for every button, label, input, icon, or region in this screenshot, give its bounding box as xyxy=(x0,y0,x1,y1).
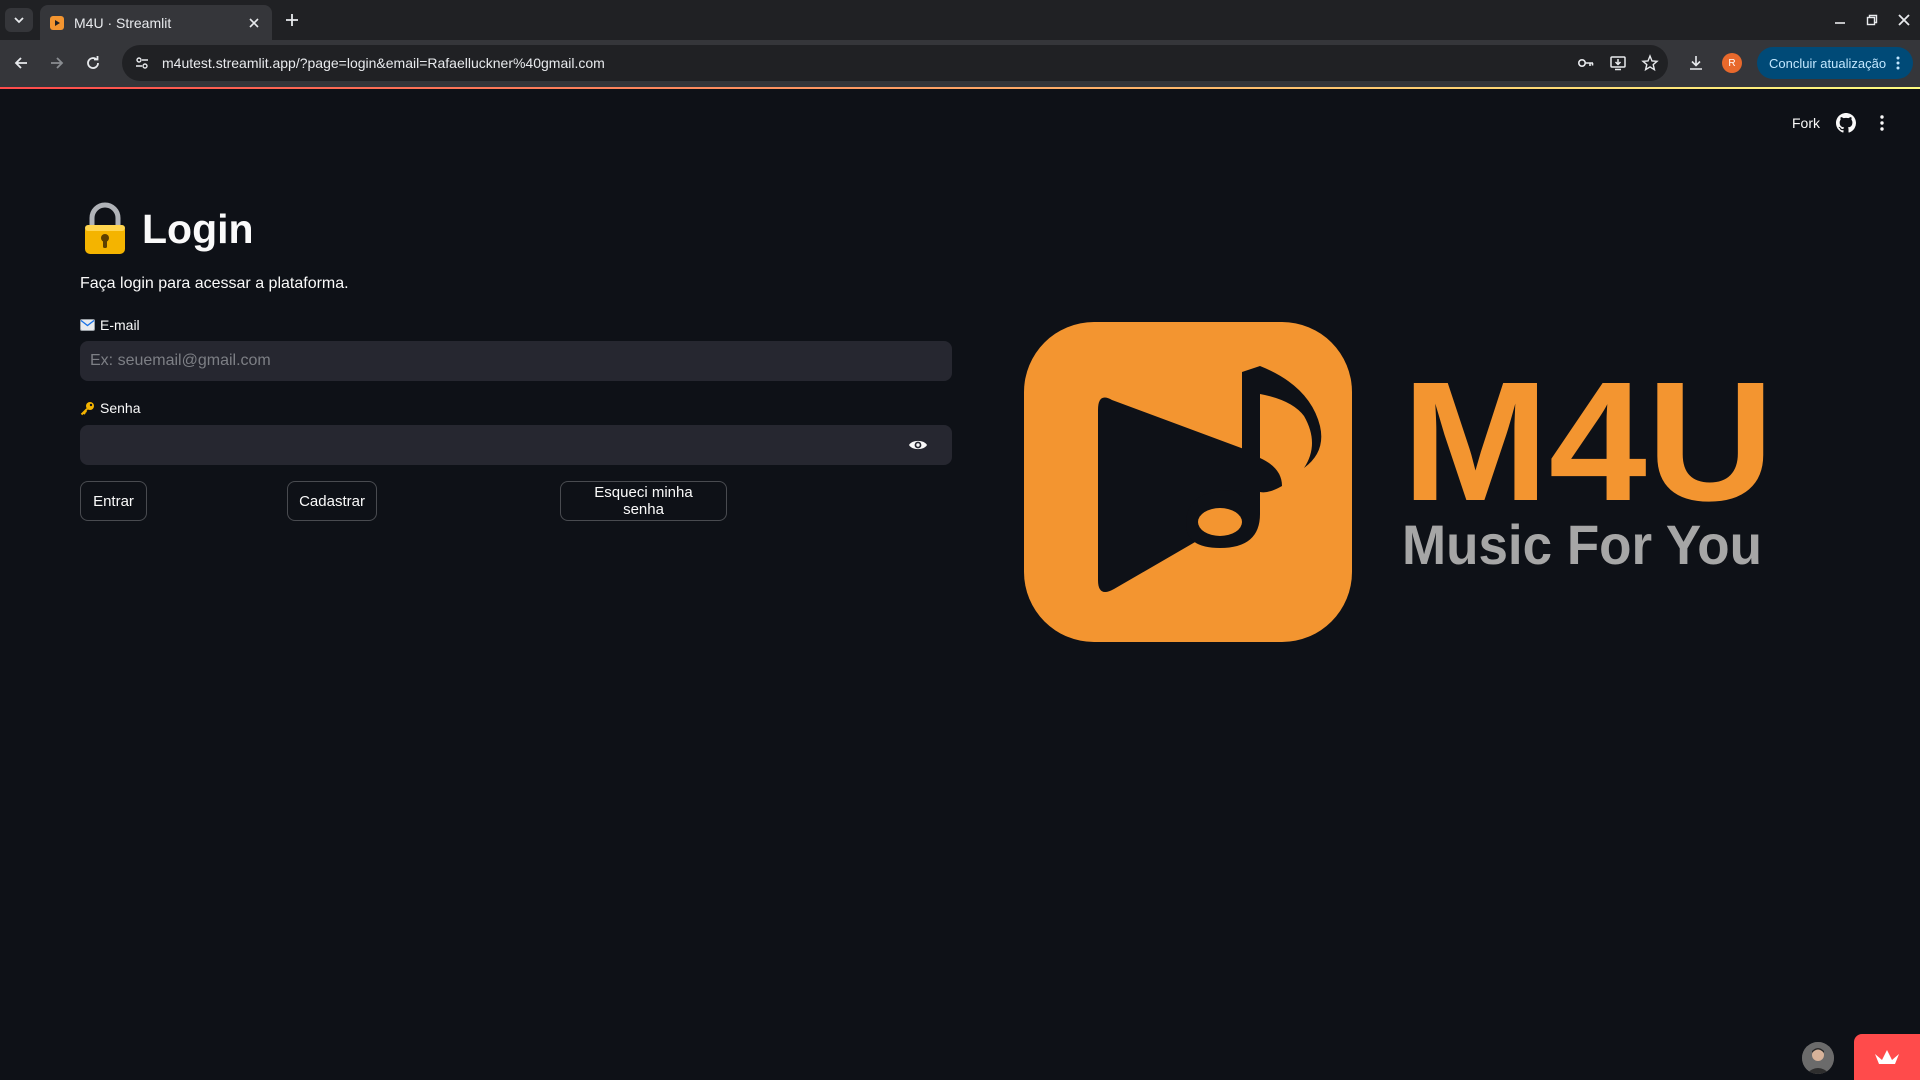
plus-icon xyxy=(286,14,298,26)
update-label: Concluir atualização xyxy=(1769,55,1887,71)
arrow-left-icon xyxy=(14,57,27,69)
forward-button[interactable] xyxy=(44,50,70,76)
logo-brand-text: M4U xyxy=(1402,347,1774,537)
close-icon[interactable] xyxy=(246,15,262,31)
forgot-password-button[interactable]: Esqueci minha senha xyxy=(560,481,727,521)
address-bar[interactable]: m4utest.streamlit.app/?page=login&email=… xyxy=(122,45,1668,81)
browser-tab-bar: M4U · Streamlit xyxy=(0,0,1920,40)
password-label-text: Senha xyxy=(100,400,141,416)
update-button[interactable]: Concluir atualização xyxy=(1757,47,1913,79)
key-icon xyxy=(80,401,95,416)
star-icon[interactable] xyxy=(1636,49,1664,77)
page-title: Login xyxy=(142,205,254,252)
close-window-button[interactable] xyxy=(1888,0,1920,40)
new-tab-button[interactable] xyxy=(282,10,302,30)
key-icon[interactable] xyxy=(1572,49,1600,77)
profile-avatar[interactable]: R xyxy=(1722,53,1742,73)
minimize-button[interactable] xyxy=(1824,0,1856,40)
avatar[interactable] xyxy=(1802,1042,1834,1074)
eye-icon[interactable] xyxy=(906,435,930,455)
email-label-text: E-mail xyxy=(100,317,140,333)
page-subtitle: Faça login para acessar a plataforma. xyxy=(80,275,349,292)
email-field[interactable] xyxy=(80,341,952,381)
kebab-menu-icon xyxy=(1880,115,1884,131)
register-button[interactable]: Cadastrar xyxy=(287,481,377,521)
download-icon[interactable] xyxy=(1682,49,1710,77)
tune-icon xyxy=(136,57,148,69)
main-menu-button[interactable] xyxy=(1872,113,1892,133)
header-decoration-line xyxy=(0,87,1920,89)
tab-title: M4U · Streamlit xyxy=(74,14,172,31)
lock-icon xyxy=(85,202,125,254)
arrow-right-icon xyxy=(51,57,64,69)
close-icon xyxy=(1898,14,1910,26)
enter-button[interactable]: Entrar xyxy=(80,481,147,521)
chevron-down-icon xyxy=(14,17,24,24)
page-title-row: Login xyxy=(80,202,254,256)
install-app-icon[interactable] xyxy=(1604,49,1632,77)
fork-button[interactable]: Fork xyxy=(1792,115,1820,131)
restore-icon xyxy=(1866,14,1878,26)
minimize-icon xyxy=(1835,22,1845,24)
streamlit-badge[interactable] xyxy=(1854,1034,1920,1080)
crown-icon xyxy=(1875,1050,1899,1064)
browser-toolbar: m4utest.streamlit.app/?page=login&email=… xyxy=(0,40,1920,87)
restore-button[interactable] xyxy=(1856,0,1888,40)
browser-tab[interactable]: M4U · Streamlit xyxy=(40,5,272,40)
email-envelope-icon xyxy=(80,319,95,331)
reload-icon xyxy=(87,56,99,69)
github-icon[interactable] xyxy=(1836,113,1856,133)
kebab-menu-icon xyxy=(1896,56,1900,70)
back-button[interactable] xyxy=(8,50,34,76)
reload-button[interactable] xyxy=(80,50,106,76)
logo-tagline-text: Music For You xyxy=(1402,513,1762,576)
tab-list-button[interactable] xyxy=(5,8,33,32)
password-label: Senha xyxy=(80,400,140,416)
url-text[interactable]: m4utest.streamlit.app/?page=login&email=… xyxy=(162,55,1572,71)
window-controls xyxy=(1824,0,1920,40)
email-label: E-mail xyxy=(80,317,140,333)
m4u-logo: M4U Music For You xyxy=(1024,322,1774,642)
password-field[interactable] xyxy=(80,425,952,465)
streamlit-favicon-icon xyxy=(50,15,64,30)
site-info-button[interactable] xyxy=(128,49,156,77)
